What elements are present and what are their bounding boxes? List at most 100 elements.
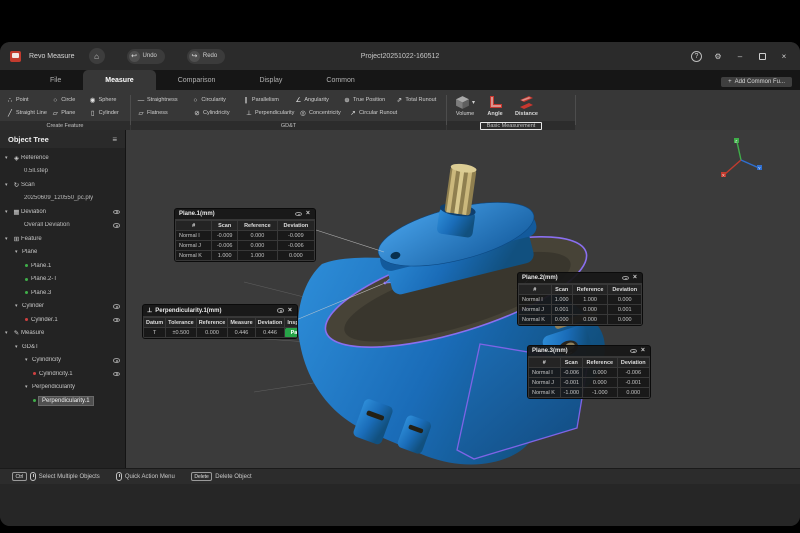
tool-parallelism[interactable]: ∥Parallelism bbox=[240, 96, 292, 104]
tab-common[interactable]: Common bbox=[304, 70, 376, 90]
chevron-down-icon[interactable]: ▾ bbox=[15, 344, 22, 350]
chevron-down-icon[interactable]: ▾ bbox=[5, 330, 12, 336]
tree-item-overall-deviation[interactable]: Overall Deviation bbox=[0, 219, 125, 233]
annotation-plane3[interactable]: Plane.3(mm) × # Scan Reference Deviation… bbox=[527, 345, 651, 399]
tree-item-plane2t[interactable]: Plane.2-T bbox=[0, 273, 125, 287]
tree-item-label: Deviation bbox=[21, 209, 46, 215]
tool-concentricity[interactable]: ◎Concentricity bbox=[297, 109, 347, 117]
tab-comparison[interactable]: Comparison bbox=[156, 70, 238, 90]
tree-item-cylindricity-group[interactable]: ▾Cylindricity bbox=[0, 354, 125, 368]
eye-icon[interactable] bbox=[630, 349, 637, 354]
tool-total-runout[interactable]: ⇗Total Runout bbox=[393, 96, 442, 104]
chevron-down-icon[interactable]: ▾ bbox=[25, 357, 32, 363]
tree-item-gdt-group[interactable]: ▾GD&T bbox=[0, 340, 125, 354]
tool-distance[interactable]: Distance bbox=[515, 95, 538, 117]
eye-icon[interactable] bbox=[113, 372, 120, 377]
chevron-down-icon[interactable]: ▾ bbox=[25, 384, 32, 390]
eye-icon[interactable] bbox=[295, 212, 302, 217]
tree-item-cylinder-group[interactable]: ▾Cylinder bbox=[0, 300, 125, 314]
tool-straightness[interactable]: —Straightness bbox=[135, 96, 189, 104]
axis-triad[interactable]: Z X Y bbox=[721, 138, 762, 178]
tree-item-cylindricity1[interactable]: Cylindricity.1 bbox=[0, 367, 125, 381]
annotation-plane1[interactable]: Plane.1(mm) × # Scan Reference Deviation… bbox=[174, 208, 316, 262]
tree-menu-icon[interactable]: ≡ bbox=[112, 135, 117, 144]
tool-sphere[interactable]: ◉Sphere bbox=[87, 96, 126, 104]
annotation-perpendicularity1[interactable]: ⊥ Perpendicularity.1(mm) × Datum Toleran… bbox=[142, 304, 298, 339]
close-icon[interactable]: × bbox=[305, 211, 311, 217]
chevron-down-icon[interactable]: ▾ bbox=[15, 249, 22, 255]
chevron-down-icon[interactable]: ▾ bbox=[5, 236, 12, 242]
tool-true-position[interactable]: ⊕True Position bbox=[341, 96, 393, 104]
chevron-down-icon[interactable]: ▾ bbox=[5, 209, 12, 215]
tool-label: Plane bbox=[61, 110, 75, 116]
tool-angularity[interactable]: ∠Angularity bbox=[292, 96, 341, 104]
eye-icon[interactable] bbox=[113, 210, 120, 215]
cell: 1.000 bbox=[238, 251, 278, 261]
tool-circularity[interactable]: ○Circularity bbox=[189, 96, 240, 104]
tool-cylinder[interactable]: ▯Cylinder bbox=[87, 109, 126, 117]
tool-plane[interactable]: ▱Plane bbox=[49, 109, 86, 117]
close-icon[interactable]: × bbox=[640, 348, 646, 354]
tree-item-perpendicularity1[interactable]: Perpendicularity.1 bbox=[0, 394, 125, 408]
cell: -0.006 bbox=[617, 368, 649, 378]
cylinder-icon: ▯ bbox=[89, 109, 97, 117]
tool-flatness[interactable]: ▱Flatness bbox=[135, 109, 191, 117]
tree-item-perpendicularity-group[interactable]: ▾Perpendicularity bbox=[0, 381, 125, 395]
tool-circular-runout[interactable]: ↗Circular Runout bbox=[347, 109, 401, 117]
tree-item-deviation[interactable]: ▾▦Deviation bbox=[0, 205, 125, 219]
tool-label: Angle bbox=[487, 111, 502, 117]
home-button[interactable]: ⌂ bbox=[89, 48, 105, 64]
ribbon-toolbar: ∴Point ○Circle ◉Sphere ╱Straight Line ▱P… bbox=[0, 90, 800, 130]
col-header: Scan bbox=[212, 221, 238, 231]
close-icon[interactable]: × bbox=[632, 275, 638, 281]
tree-item-scan-file[interactable]: 20250609_120550_pc.ply bbox=[0, 192, 125, 206]
tree-item-scan[interactable]: ▾↻Scan bbox=[0, 178, 125, 192]
tab-measure[interactable]: Measure bbox=[83, 70, 155, 90]
eye-icon[interactable] bbox=[622, 276, 629, 281]
chevron-down-icon[interactable]: ▾ bbox=[5, 182, 12, 188]
angle-icon bbox=[487, 95, 503, 110]
annotation-plane2[interactable]: Plane.2(mm) × # Scan Reference Deviation… bbox=[517, 272, 643, 326]
tool-straight-line[interactable]: ╱Straight Line bbox=[4, 109, 49, 117]
minimize-button[interactable]: – bbox=[734, 50, 746, 62]
tree-item-measure[interactable]: ▾✎Measure bbox=[0, 327, 125, 341]
tool-circle[interactable]: ○Circle bbox=[49, 96, 86, 104]
chevron-down-icon[interactable]: ▾ bbox=[472, 99, 475, 106]
chevron-down-icon[interactable]: ▾ bbox=[5, 155, 12, 161]
tree-item-plane3[interactable]: Plane.3 bbox=[0, 286, 125, 300]
tree-item-cylinder1[interactable]: Cylinder.1 bbox=[0, 313, 125, 327]
tab-file[interactable]: File bbox=[28, 70, 83, 90]
tree-item-reference[interactable]: ▾◈Reference bbox=[0, 151, 125, 165]
maximize-button[interactable] bbox=[756, 50, 768, 62]
tool-cylindricity[interactable]: ⊘Cylindricity bbox=[191, 109, 243, 117]
settings-button[interactable]: ⚙ bbox=[712, 50, 724, 62]
cell: 0.000 bbox=[551, 315, 572, 325]
add-common-function-button[interactable]: + Add Common Fu... bbox=[721, 77, 792, 87]
eye-icon[interactable] bbox=[113, 304, 120, 309]
eye-icon[interactable] bbox=[113, 318, 120, 323]
eye-icon[interactable] bbox=[113, 358, 120, 363]
tool-point[interactable]: ∴Point bbox=[4, 96, 49, 104]
tool-perpendicularity[interactable]: ⊥Perpendicularity bbox=[243, 109, 297, 117]
tree-item-plane1[interactable]: Plane.1 bbox=[0, 259, 125, 273]
undo-button[interactable]: ↩ Undo bbox=[127, 49, 165, 64]
tab-display[interactable]: Display bbox=[237, 70, 304, 90]
close-button[interactable]: × bbox=[778, 50, 790, 62]
tree-item-plane-group[interactable]: ▾Plane bbox=[0, 246, 125, 260]
tree-item-label: Plane.3 bbox=[31, 290, 51, 296]
close-icon[interactable]: × bbox=[287, 308, 293, 314]
tool-volume[interactable]: ▾ Volume bbox=[455, 95, 475, 117]
eye-icon[interactable] bbox=[277, 308, 284, 313]
col-header: Reference bbox=[238, 221, 278, 231]
eye-icon[interactable] bbox=[113, 223, 120, 228]
chevron-down-icon[interactable]: ▾ bbox=[15, 303, 22, 309]
tree-item-reference-file[interactable]: 0.5ll.step bbox=[0, 165, 125, 179]
redo-button[interactable]: ↪ Redo bbox=[187, 49, 225, 64]
help-button[interactable]: ? bbox=[691, 51, 702, 62]
cell: 0.000 bbox=[617, 388, 649, 398]
status-dot-green bbox=[25, 278, 28, 281]
tool-angle[interactable]: Angle bbox=[487, 95, 503, 117]
cell: Normal J bbox=[529, 378, 561, 388]
viewport-3d[interactable]: Z X Y Plane.1(mm) × bbox=[126, 130, 800, 468]
tree-item-feature[interactable]: ▾⊞Feature bbox=[0, 232, 125, 246]
